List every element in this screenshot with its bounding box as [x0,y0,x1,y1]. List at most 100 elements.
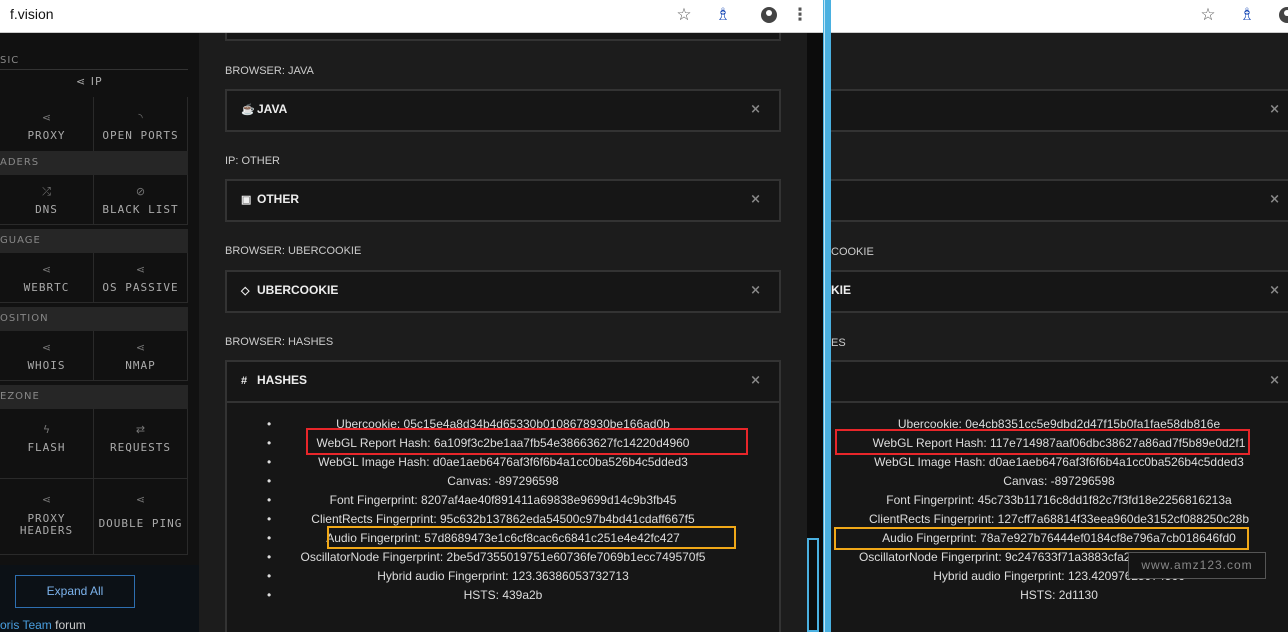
shuffle-icon: ⤮ [42,185,51,198]
sidebar-item-label: BLACK LIST [102,203,179,216]
panel-title: ☕ JAVA [241,102,287,116]
band-label: ADERS [0,157,40,168]
team-link[interactable]: oris Team [0,618,52,632]
previous-panel [225,33,781,41]
scrollbar[interactable] [807,538,819,632]
sidebar-footer: Expand All oris Team forum [0,565,199,632]
hash-item: Canvas: -897296598 [227,472,779,491]
coffee-icon: ☕ [241,104,255,116]
panel-title: KIE [831,283,852,297]
sidebar-item-black-list[interactable]: ⊘ BLACK LIST [94,175,188,225]
left-browser-window: f.vision ☆ ♗ ⋮ SIC ⋖ IP ⋖ PROXY ◝ OPEN POR… [0,0,823,632]
hash-item: Font Fingerprint: 45c733b11716c8dd1f82c7… [886,493,1232,507]
section-label-ubercookie: BROWSER: UBERCOOKIE [225,245,362,257]
account-icon[interactable] [1279,7,1288,23]
bolt-icon: ϟ [42,423,51,436]
panel-title: ▣ OTHER [241,192,299,206]
close-icon[interactable]: × [1269,192,1280,207]
sidebar-item-label: HEADERS [19,524,74,537]
sidebar-item-webrtc[interactable]: ⋖ WEBRTC [0,253,94,303]
sidebar-item-label: NMAP [125,359,156,372]
close-icon[interactable]: × [750,373,761,388]
star-icon[interactable]: ☆ [674,5,694,25]
panel-hashes[interactable]: × [831,360,1288,403]
forum-label: forum [51,618,86,632]
hash-item: HSTS: 2d1130 [1020,588,1098,602]
panel-other[interactable]: ▣ OTHER × [225,179,781,222]
rss-icon: ◝ [138,111,143,124]
more-icon[interactable]: ⋮ [790,5,810,25]
panel-title-text: HASHES [257,373,308,387]
right-browser-window: ☆ ♗ × × COOKIE KIE × ES × Ubercookie: 0e4… [831,0,1288,632]
section-label-hashes: BROWSER: HASHES [225,336,334,348]
share-icon: ⋖ [41,263,52,276]
share-icon: ⋖ [41,341,52,354]
panel-title: ◇ UBERCOOKIE [241,283,338,297]
code-icon: ◇ [241,285,250,297]
extension-icon[interactable]: ♗ [1237,5,1257,25]
account-icon[interactable] [761,7,777,23]
extension-icon[interactable]: ♗ [713,5,733,25]
close-icon[interactable]: × [750,102,761,117]
sidebar-item-double-ping[interactable]: ⋖ DOUBLE PING [94,479,188,555]
divider [0,69,188,70]
highlight-webgl-hash [835,429,1250,455]
browser-toolbar: f.vision ☆ ♗ ⋮ [0,0,823,33]
sidebar-item-proxy-headers[interactable]: ⋖ PROXY HEADERS [0,479,94,555]
panel-ubercookie[interactable]: ◇ UBERCOOKIE × [225,270,781,313]
sidebar-item-label: REQUESTS [110,441,171,454]
hash-icon: # [241,375,248,387]
panel-title-text: JAVA [257,102,288,116]
highlight-audio-fingerprint [834,527,1249,550]
expand-all-button[interactable]: Expand All [15,575,135,608]
close-icon[interactable]: × [1269,373,1280,388]
panel-hashes[interactable]: # HASHES × [225,360,781,403]
close-icon[interactable]: × [750,192,761,207]
section-label-java: BROWSER: JAVA [225,65,314,77]
close-icon[interactable]: × [1269,283,1280,298]
panel-ubercookie[interactable]: KIE × [831,270,1288,313]
watermark: www.amz123.com [1128,552,1266,579]
band-label: EZONE [0,391,40,402]
band-label: GUAGE [0,235,41,246]
panel-title: # HASHES [241,373,307,387]
hash-item: WebGL Image Hash: d0ae1aeb6476af3f6f6b4a… [227,453,779,472]
panel-other[interactable]: × [831,179,1288,222]
section-label-hashes: ES [831,337,846,349]
section-label-ubercookie: COOKIE [831,246,874,258]
ip-label: IP [90,75,103,88]
sidebar-item-flash[interactable]: ϟ FLASH [0,409,94,479]
close-icon[interactable]: × [1269,102,1280,117]
sidebar-item-os-passive[interactable]: ⋖ OS PASSIVE [94,253,188,303]
swap-icon: ⇄ [135,423,146,436]
sidebar-band-headers: ADERS [0,151,188,175]
close-icon[interactable]: × [750,283,761,298]
main-content: × × COOKIE KIE × ES × Ubercookie: 0e4cb83… [831,33,1288,632]
share-icon: ⋖ [41,111,52,124]
hash-item: OscillatorNode Fingerprint: 2be5d7355019… [227,548,779,567]
hash-item: WebGL Image Hash: d0ae1aeb6476af3f6f6b4a… [874,455,1244,469]
sidebar-item-nmap[interactable]: ⋖ NMAP [94,331,188,381]
panel-java[interactable]: × [831,89,1288,132]
hash-item: Canvas: -897296598 [1003,474,1115,488]
sidebar-band-timezone: EZONE [0,385,188,409]
sidebar-item-label: WHOIS [27,359,66,372]
sidebar-ip-tab[interactable]: ⋖ IP [76,75,103,88]
panel-java[interactable]: ☕ JAVA × [225,89,781,132]
hash-item: HSTS: 439a2b [227,586,779,605]
sidebar-item-label: OPEN PORTS [102,129,179,142]
star-icon[interactable]: ☆ [1198,5,1218,25]
browser-toolbar: ☆ ♗ [831,0,1288,33]
sidebar-band-language: GUAGE [0,229,188,253]
window-divider [823,0,831,632]
sidebar-band-position: OSITION [0,307,188,331]
highlight-audio-fingerprint [327,526,736,549]
sidebar-item-dns[interactable]: ⤮ DNS [0,175,94,225]
sidebar-item-whois[interactable]: ⋖ WHOIS [0,331,94,381]
share-icon: ⋖ [135,341,146,354]
share-icon: ⋖ [135,493,146,506]
address-bar[interactable]: f.vision [10,6,54,22]
sidebar-item-requests[interactable]: ⇄ REQUESTS [94,409,188,479]
forum-text: oris Team forum [0,618,86,632]
sidebar-item-label: WEBRTC [23,281,70,294]
